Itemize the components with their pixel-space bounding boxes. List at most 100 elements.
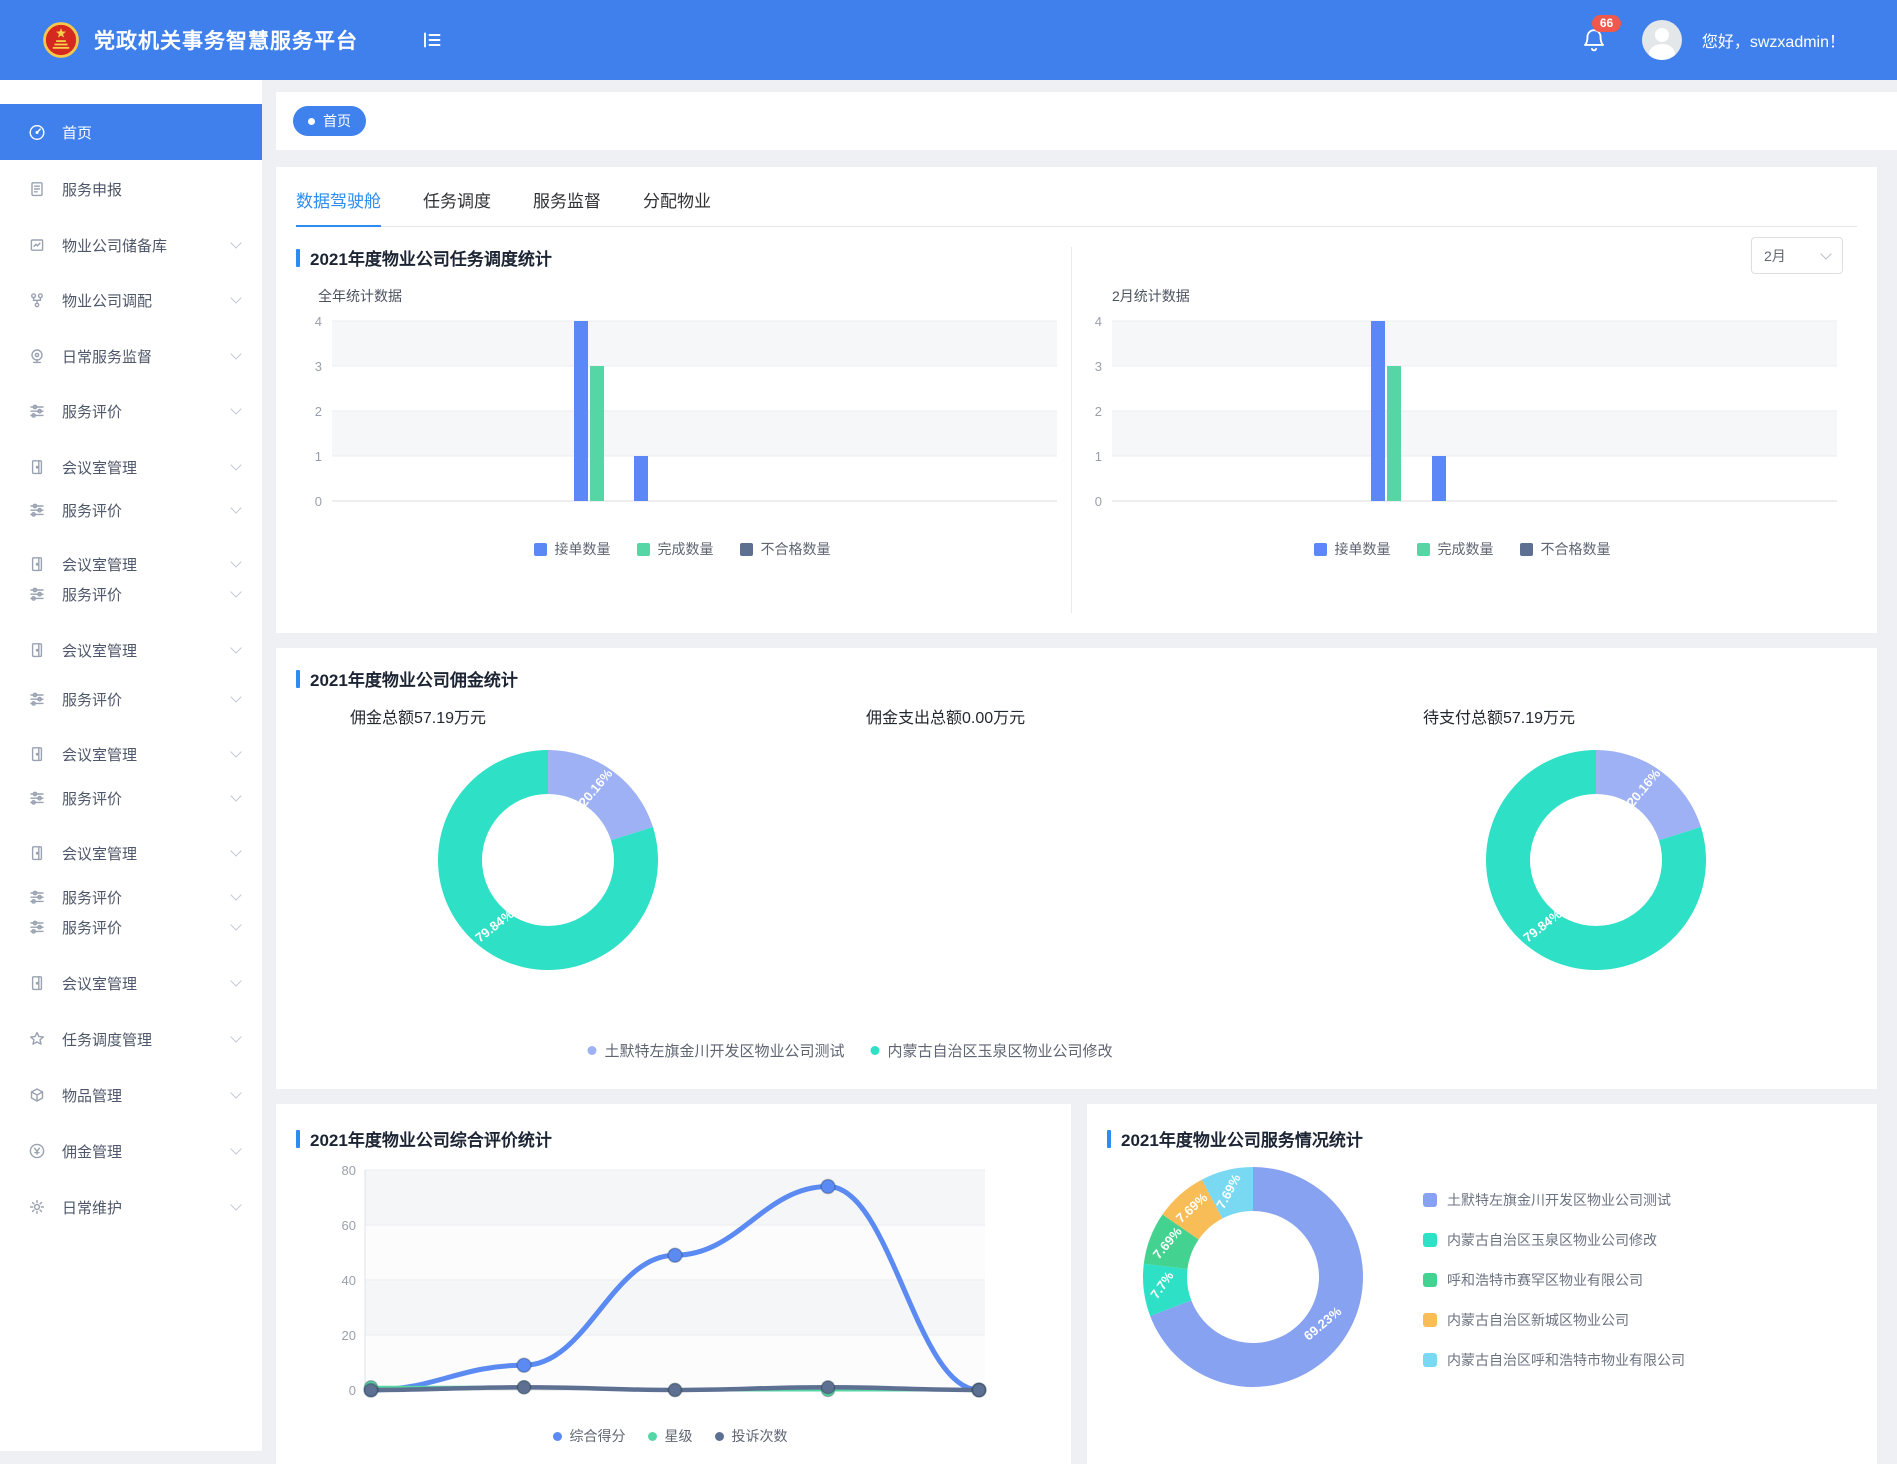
breadcrumb-home-tag[interactable]: 首页	[293, 106, 366, 136]
user-avatar[interactable]	[1642, 20, 1682, 60]
service-statistics-card: 2021年度物业公司服务情况统计 69.23%7.7%7.69%7.69%7.6…	[1087, 1104, 1877, 1464]
sidebar-item-9[interactable]: 服务评价	[0, 579, 262, 609]
tab-1[interactable]: 任务调度	[423, 179, 491, 226]
sidebar-item-label: 日常维护	[62, 1197, 232, 1218]
legend-item[interactable]: 不合格数量	[1520, 539, 1611, 559]
chevron-down-icon	[230, 642, 241, 653]
tab-3[interactable]: 分配物业	[643, 179, 711, 226]
sliders-icon	[28, 690, 46, 708]
sidebar-item-label: 任务调度管理	[62, 1029, 232, 1050]
door-icon	[28, 458, 46, 476]
sidebar-collapse-icon[interactable]	[420, 28, 444, 52]
sidebar-item-1[interactable]: 服务申报	[0, 174, 262, 204]
chevron-down-icon	[230, 1199, 241, 1210]
sidebar-item-3[interactable]: 物业公司调配	[0, 285, 262, 315]
sidebar-item-17[interactable]: 会议室管理	[0, 968, 262, 998]
sliders-icon	[28, 402, 46, 420]
sidebar-item-label: 服务评价	[62, 584, 232, 605]
sidebar-item-20[interactable]: 佣金管理	[0, 1136, 262, 1166]
chevron-down-icon	[230, 1143, 241, 1154]
reserve-icon	[28, 236, 46, 254]
legend-swatch-icon	[637, 543, 650, 556]
svg-text:2: 2	[315, 404, 322, 419]
sidebar-item-19[interactable]: 物品管理	[0, 1080, 262, 1110]
header-right: 66 您好，swzxadmin！	[1580, 20, 1897, 60]
sliders-icon	[28, 585, 46, 603]
chevron-down-icon	[230, 1031, 241, 1042]
legend-item[interactable]: 呼和浩特市赛罕区物业有限公司	[1423, 1270, 1685, 1290]
tab-2[interactable]: 服务监督	[533, 179, 601, 226]
sidebar-item-label: 服务评价	[62, 917, 232, 938]
legend-label: 接单数量	[1335, 539, 1391, 559]
legend-label: 土默特左旗金川开发区物业公司测试	[604, 1040, 844, 1061]
sliders-icon	[28, 888, 46, 906]
task-section-title: 2021年度物业公司任务调度统计	[296, 245, 552, 270]
month-chart-legend: 接单数量 完成数量 不合格数量	[1082, 539, 1842, 559]
sidebar-item-label: 物品管理	[62, 1085, 232, 1106]
legend-item[interactable]: 不合格数量	[740, 539, 831, 559]
chevron-down-icon	[230, 790, 241, 801]
sidebar-item-15[interactable]: 服务评价	[0, 882, 262, 912]
legend-item[interactable]: 内蒙古自治区玉泉区物业公司修改	[1423, 1230, 1685, 1250]
legend-item[interactable]: 完成数量	[1417, 539, 1494, 559]
chevron-down-icon	[230, 403, 241, 414]
sidebar-item-label: 服务申报	[62, 179, 240, 200]
legend-item[interactable]: 土默特左旗金川开发区物业公司测试	[587, 1040, 844, 1061]
sidebar-item-16[interactable]: 服务评价	[0, 912, 262, 942]
legend-item[interactable]: 完成数量	[637, 539, 714, 559]
main-tabs: 数据驾驶舱任务调度服务监督分配物业	[296, 179, 1857, 227]
sidebar-item-0-active[interactable]: 首页	[0, 104, 262, 160]
tab-0[interactable]: 数据驾驶舱	[296, 179, 381, 226]
legend-label: 星级	[665, 1426, 693, 1446]
svg-text:0: 0	[315, 494, 322, 509]
sidebar-item-10[interactable]: 会议室管理	[0, 635, 262, 665]
sidebar-item-12[interactable]: 会议室管理	[0, 739, 262, 769]
legend-item[interactable]: 内蒙古自治区新城区物业公司	[1423, 1310, 1685, 1330]
legend-item[interactable]: 内蒙古自治区呼和浩特市物业有限公司	[1423, 1350, 1685, 1370]
sidebar-item-2[interactable]: 物业公司储备库	[0, 230, 262, 260]
legend-label: 呼和浩特市赛罕区物业有限公司	[1447, 1270, 1643, 1290]
chevron-down-icon	[230, 691, 241, 702]
sidebar-item-13[interactable]: 服务评价	[0, 783, 262, 813]
chevron-down-icon	[230, 459, 241, 470]
door-icon	[28, 844, 46, 862]
sidebar-item-7[interactable]: 服务评价	[0, 495, 262, 525]
legend-item[interactable]: 投诉次数	[715, 1426, 788, 1446]
year-chart-subtitle: 全年统计数据	[318, 286, 402, 306]
chevron-down-icon	[230, 1087, 241, 1098]
sidebar-item-6[interactable]: 会议室管理	[0, 452, 262, 482]
sidebar-item-8[interactable]: 会议室管理	[0, 549, 262, 579]
legend-item[interactable]: 土默特左旗金川开发区物业公司测试	[1423, 1190, 1685, 1210]
legend-label: 土默特左旗金川开发区物业公司测试	[1447, 1190, 1671, 1210]
svg-text:0: 0	[1095, 494, 1102, 509]
sidebar-item-14[interactable]: 会议室管理	[0, 838, 262, 868]
sidebar-item-5[interactable]: 服务评价	[0, 396, 262, 426]
sidebar-item-21[interactable]: 日常维护	[0, 1192, 262, 1222]
task-statistics-card: 数据驾驶舱任务调度服务监督分配物业 2021年度物业公司任务调度统计 2月 全年…	[276, 167, 1877, 633]
legend-item[interactable]: 内蒙古自治区玉泉区物业公司修改	[871, 1040, 1113, 1061]
legend-item[interactable]: 接单数量	[534, 539, 611, 559]
service-donut-chart: 69.23%7.7%7.69%7.69%7.69%	[1138, 1162, 1368, 1392]
chevron-down-icon	[230, 502, 241, 513]
legend-swatch-icon	[715, 1432, 724, 1441]
notification-bell-icon[interactable]: 66	[1580, 26, 1608, 54]
sidebar-item-label: 服务评价	[62, 689, 232, 710]
chart-divider	[1071, 247, 1072, 613]
sidebar-item-18[interactable]: 任务调度管理	[0, 1024, 262, 1054]
sidebar-item-11[interactable]: 服务评价	[0, 684, 262, 714]
legend-item[interactable]: 星级	[648, 1426, 693, 1446]
svg-text:3: 3	[315, 359, 322, 374]
legend-item[interactable]: 接单数量	[1314, 539, 1391, 559]
box-icon	[28, 1086, 46, 1104]
legend-item[interactable]: 综合得分	[553, 1426, 626, 1446]
svg-text:1: 1	[1095, 449, 1102, 464]
sidebar-item-label: 会议室管理	[62, 973, 232, 994]
sidebar-item-4[interactable]: 日常服务监督	[0, 341, 262, 371]
month-select[interactable]: 2月	[1751, 237, 1843, 274]
chevron-down-icon	[230, 556, 241, 567]
chevron-down-icon	[230, 746, 241, 757]
sidebar-item-label: 会议室管理	[62, 554, 232, 575]
top-header: 党政机关事务智慧服务平台 66 您好，swzxadmin！	[0, 0, 1897, 80]
chevron-down-icon	[230, 845, 241, 856]
breadcrumb-home-label: 首页	[323, 111, 351, 131]
